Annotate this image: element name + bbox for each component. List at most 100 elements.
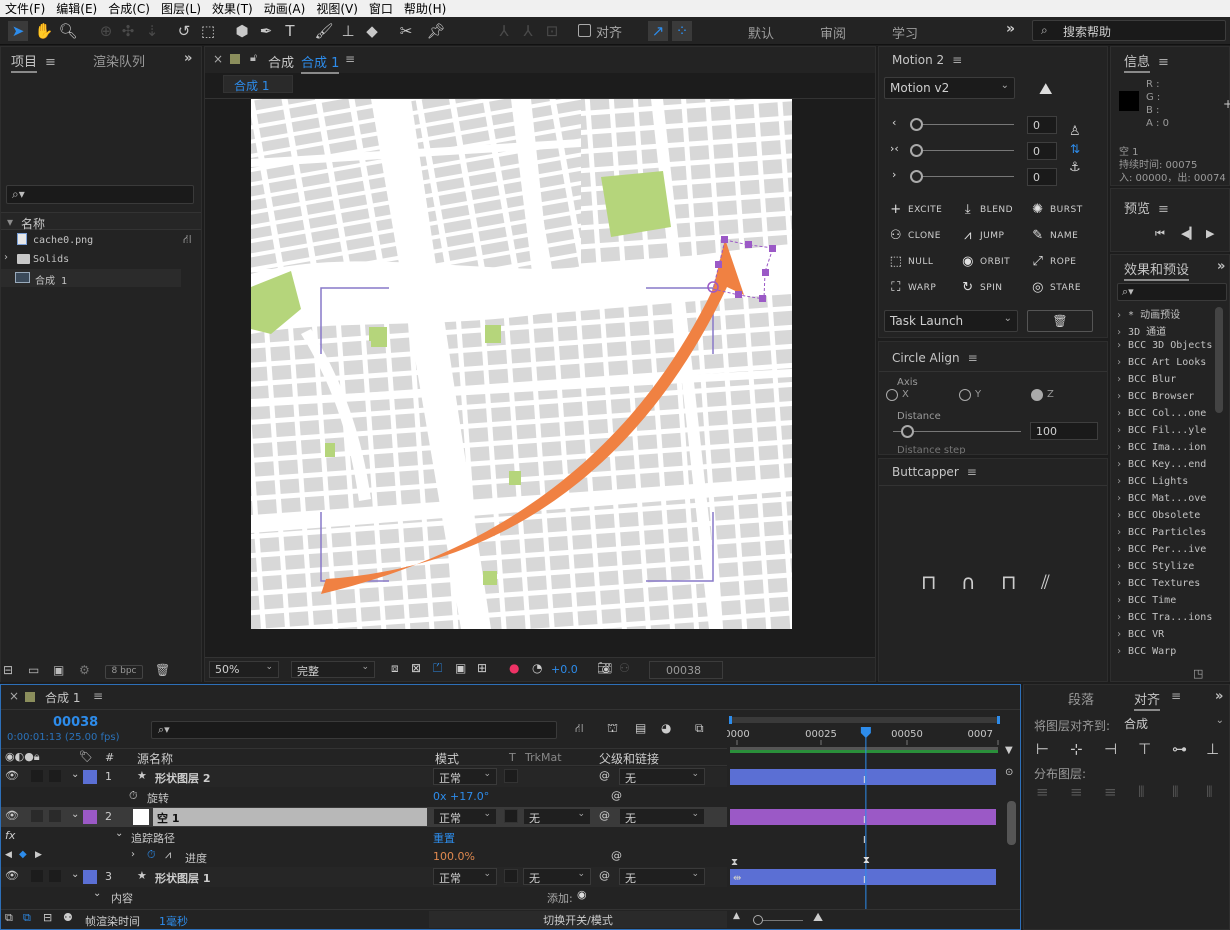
type-tool-icon[interactable]: T [280,21,300,41]
align-horizontal-center-icon[interactable]: ⊹ [1070,740,1083,758]
region-of-interest-icon[interactable]: ▣ [455,661,466,675]
snap-points-icon[interactable]: ⁘ [672,21,692,41]
round-cap-icon[interactable]: ∩ [961,570,976,594]
name-button[interactable]: ✎ NAME [1031,228,1078,243]
clone-stamp-tool-icon[interactable]: ⊥ [338,21,358,41]
roto-brush-tool-icon[interactable]: ✂ [396,21,416,41]
effects-category-item[interactable]: › BCC Textures [1116,578,1200,589]
circle-align-menu-icon[interactable]: ≡ [968,351,978,365]
effects-category-item[interactable]: › BCC Per...ive [1116,544,1206,555]
solo-toggle[interactable] [31,770,43,782]
eraser-tool-icon[interactable]: ◆ [362,21,382,41]
blend-button[interactable]: ⤓ BLEND [961,202,1013,217]
panel-overflow-icon[interactable]: » [184,51,192,66]
axis-world-icon[interactable]: ⅄ [518,21,538,41]
transfer-controls-icon[interactable]: ⊟ [43,911,52,924]
graph-icon[interactable]: ⩘ [165,848,171,862]
rotate-tool-icon[interactable]: ↺ [174,21,194,41]
effects-category-item[interactable]: › BCC Stylize [1116,561,1194,572]
workspace-overflow-icon[interactable]: » [1006,21,1015,37]
spin-button[interactable]: ↻ SPIN [961,280,1003,295]
comp-buttons-icon[interactable]: ⧉ [5,911,13,925]
effects-category-item[interactable]: › BCC VR [1116,629,1164,640]
new-preset-icon[interactable]: ◳ [1193,667,1203,680]
property-row[interactable]: ◀ ◆ ▶ › ⏱ ⩘ 进度 100.0% @ [1,847,727,867]
add-menu-icon[interactable]: ◉ [577,888,587,901]
layer-name[interactable]: 形状图层 1 [155,870,210,886]
project-item[interactable]: › Solids [1,250,201,268]
layer-name[interactable]: 空 1 [157,810,179,826]
orbit-camera-icon[interactable]: ⊕ [96,21,116,41]
project-menu-icon[interactable]: ≡ [45,55,56,70]
effects-category-item[interactable]: › BCC Warp [1116,646,1176,657]
puppet-pin-tool-icon[interactable]: 📌︎ [426,21,446,41]
hand-tool-icon[interactable]: ✋ [34,21,54,41]
work-area-end-handle[interactable] [997,716,1000,724]
comp-breadcrumb[interactable]: 合成 1 [234,77,269,94]
effects-category-item[interactable]: › 3D 通道 [1116,323,1166,338]
workspace-review[interactable]: 审阅 [820,23,846,42]
bring-to-front-icon[interactable]: ⊙ [1005,767,1013,778]
color-channels-icon[interactable]: ● [509,661,519,675]
search-help-field[interactable]: ⌕ 搜索帮助 [1032,20,1226,41]
toggle-switches-modes-button[interactable]: 切换开关/模式 [429,911,727,928]
frame-blending-icon[interactable]: ▤ [635,721,646,735]
effects-category-item[interactable]: › BCC Col...one [1116,408,1206,419]
effects-category-item[interactable]: › BCC Fil...yle [1116,425,1206,436]
timeline-zoom-knob[interactable] [753,915,763,925]
pickwhip-icon[interactable]: @ [611,849,622,862]
lock-toggle[interactable] [49,810,61,822]
rotation-value[interactable]: 0x +17.0° [433,790,489,803]
resolution-dropdown[interactable]: 完整 ⌄ [291,661,375,678]
selection-tool-icon[interactable]: ➤ [8,21,28,41]
preserve-transparency-toggle[interactable] [504,869,518,883]
zoom-tool-icon[interactable]: 🔍︎ [58,21,78,41]
parent-dropdown[interactable]: 无 ⌄ [619,868,705,885]
first-frame-icon[interactable]: ⏮ [1155,227,1165,241]
menu-edit[interactable]: 编辑(E) [51,0,103,17]
project-item[interactable]: cache0.png ⛙ [1,232,201,250]
zoom-dropdown[interactable]: 50% ⌄ [209,661,279,678]
timeline-search-input[interactable]: ⌕▾ [151,721,557,739]
ease-both-input[interactable]: 0 [1027,142,1057,160]
menu-composition[interactable]: 合成(C) [103,0,156,17]
distance-input[interactable]: 100 [1030,422,1098,440]
close-tab-icon[interactable]: × [9,689,19,703]
workspace-default[interactable]: 默认 [748,23,774,42]
trash-button[interactable]: 🗑︎ [1027,310,1093,332]
close-tab-icon[interactable]: × [213,52,223,66]
shape-tool-icon[interactable]: ⬢ [232,21,252,41]
buttcapper-menu-icon[interactable]: ≡ [967,465,977,479]
ease-in-slider-knob[interactable] [910,118,923,131]
timeline-menu-icon[interactable]: ≡ [93,689,103,703]
time-graph[interactable]: 0000 00025 00050 0007 III⧗I ⧗ ⇹ [727,713,1020,909]
effects-category-item[interactable]: › BCC Mat...ove [1116,493,1206,504]
timeline-timecode[interactable]: 00038 [53,715,98,730]
tab-align[interactable]: 对齐 [1134,689,1161,711]
tab-composition-prefix[interactable]: 合成 [268,52,294,71]
bpc-button[interactable]: 8 bpc [105,665,143,679]
effect-row[interactable]: fx ⌄ 追踪路径 重置 [1,827,727,847]
trkmat-dropdown[interactable]: 无 ⌄ [523,808,591,825]
rope-button[interactable]: ⤢ ROPE [1031,254,1076,269]
anchor-icon[interactable]: ⚓ [1069,160,1081,175]
snap-edges-icon[interactable]: ↗ [648,21,668,41]
play-icon[interactable]: ▶ [1206,227,1214,240]
align-top-icon[interactable]: ⊤ [1138,740,1151,758]
rocket-icon[interactable]: ♙ [1069,124,1081,139]
project-settings-icon[interactable]: ⚙ [79,663,90,677]
axis-y-radio[interactable] [959,389,971,401]
panel-overflow-icon[interactable]: » [1215,689,1223,704]
map-canvas[interactable] [251,99,792,629]
zoom-out-icon[interactable]: ▲ [733,911,740,921]
current-time-field[interactable]: 00038 [649,661,723,679]
fast-preview-icon[interactable]: ⧈ [391,661,399,676]
color-management-icon[interactable]: ◔ [532,661,542,675]
layer-switches-icon[interactable]: ⧉ [23,911,31,925]
preserve-transparency-toggle[interactable] [504,769,518,783]
effects-category-item[interactable]: › BCC Key...end [1116,459,1206,470]
project-item[interactable]: 合成 1 [1,269,181,287]
snap-checkbox[interactable] [578,24,591,37]
property-marker-icon[interactable]: I [863,875,866,886]
effects-search-input[interactable]: ⌕▾ [1117,283,1227,301]
